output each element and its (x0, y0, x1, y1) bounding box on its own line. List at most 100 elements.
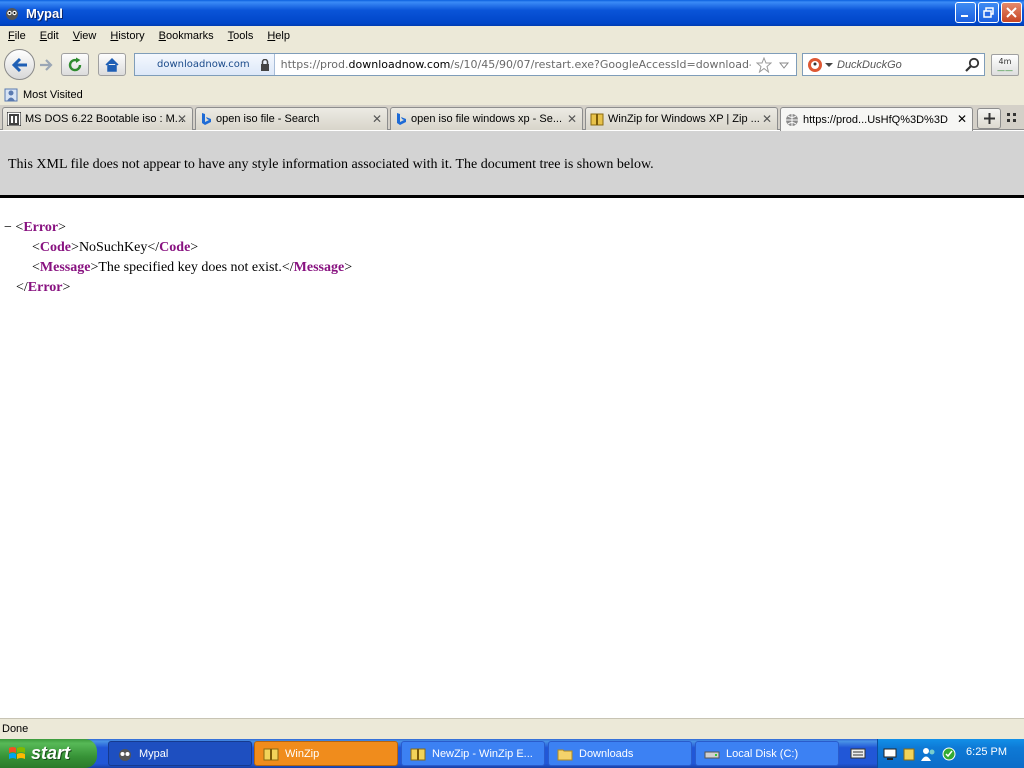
task-newzip[interactable]: NewZip - WinZip E... (401, 741, 545, 766)
menu-bookmarks[interactable]: Bookmarks (153, 30, 220, 42)
restore-button[interactable] (978, 2, 999, 23)
close-icon (1006, 7, 1017, 18)
new-tab-button[interactable] (977, 108, 1001, 129)
winzip-icon (410, 748, 426, 760)
back-button[interactable] (4, 49, 35, 80)
task-local-disk[interactable]: Local Disk (C:) (695, 741, 839, 766)
tab-label: WinZip for Windows XP | Zip ... (608, 113, 760, 125)
menu-tools[interactable]: Tools (222, 30, 260, 42)
tab-current-download[interactable]: https://prod...UsHfQ%3D%3D ✕ (780, 107, 973, 131)
users-tray-icon[interactable] (921, 747, 937, 761)
winzip-icon (590, 113, 604, 126)
tab-winzip[interactable]: WinZip for Windows XP | Zip ... ✕ (585, 107, 778, 130)
address-bar[interactable]: downloadnow.com https://prod.downloadnow… (134, 53, 797, 76)
menu-file[interactable]: File (2, 30, 32, 42)
xml-tag-message: Message (39, 260, 91, 275)
engine-dropdown-icon[interactable] (825, 61, 833, 69)
xml-tag-message-close: Message (293, 260, 345, 275)
forward-button[interactable] (36, 55, 56, 75)
tab-open-iso-search[interactable]: open iso file - Search ✕ (195, 107, 388, 130)
window-title: Mypal (26, 5, 63, 21)
close-button[interactable] (1001, 2, 1022, 23)
minimize-button[interactable] (955, 2, 976, 23)
lock-icon (260, 58, 269, 71)
xml-error-open: − <Error> (4, 220, 66, 235)
xml-code-element: <Code>NoSuchKey</Code> (32, 240, 199, 255)
start-label: start (31, 743, 71, 763)
tab-label: open iso file windows xp - Se... (411, 113, 563, 125)
site-identity-button[interactable]: downloadnow.com (135, 54, 275, 75)
xml-tag-error-close: Error (27, 280, 63, 295)
navigation-toolbar: downloadnow.com https://prod.downloadnow… (0, 46, 1024, 84)
tab-close-icon[interactable]: ✕ (567, 112, 577, 126)
restore-icon (983, 7, 994, 18)
addon-bar: —— (997, 66, 1013, 75)
folder-tray-icon[interactable] (902, 747, 916, 761)
bing-icon (202, 113, 211, 125)
xml-tag-code: Code (39, 240, 72, 255)
bookmark-most-visited[interactable]: Most Visited (23, 89, 83, 101)
menu-view[interactable]: View (67, 30, 103, 42)
tab-label: https://prod...UsHfQ%3D%3D (803, 113, 948, 126)
keyboard-language-icon[interactable] (850, 746, 866, 760)
list-all-tabs-icon[interactable] (1006, 112, 1018, 124)
task-label: Downloads (579, 747, 634, 760)
home-button[interactable] (98, 53, 126, 76)
xml-code-value: NoSuchKey (78, 240, 148, 255)
display-tray-icon[interactable] (883, 747, 897, 761)
home-icon (105, 57, 119, 72)
tab-ms-dos[interactable]: MS DOS 6.22 Bootable iso : M... ✕ (2, 107, 193, 130)
task-mypal[interactable]: Mypal (108, 741, 252, 766)
tab-label: MS DOS 6.22 Bootable iso : M... (25, 113, 184, 125)
xml-message-element: <Message>The specified key does not exis… (32, 260, 353, 275)
task-label: NewZip - WinZip E... (432, 747, 533, 760)
forward-arrow-icon (40, 59, 53, 71)
bookmark-star-icon[interactable] (756, 57, 772, 73)
task-winzip[interactable]: WinZip (254, 741, 398, 766)
plus-icon (983, 113, 995, 124)
bing-icon (397, 113, 406, 125)
globe-icon (786, 113, 798, 126)
menu-bar: File Edit View History Bookmarks Tools H… (0, 26, 1024, 46)
tab-close-icon[interactable]: ✕ (957, 112, 967, 126)
xml-message-value: The specified key does not exist. (98, 260, 282, 275)
duckduckgo-engine-icon[interactable] (807, 57, 823, 73)
addon-label: 4m (998, 57, 1012, 66)
url-dropdown-icon[interactable] (778, 57, 790, 73)
task-downloads[interactable]: Downloads (548, 741, 692, 766)
task-label: WinZip (285, 747, 320, 760)
tab-strip: MS DOS 6.22 Bootable iso : M... ✕ open i… (0, 105, 1024, 131)
menu-edit[interactable]: Edit (34, 30, 65, 42)
archive-icon (7, 112, 21, 126)
menu-history[interactable]: History (104, 30, 150, 42)
reload-icon (68, 57, 82, 71)
xml-tag-error: Error (23, 220, 59, 235)
search-input[interactable] (837, 58, 967, 71)
mypal-app-icon (6, 8, 18, 20)
tab-close-icon[interactable]: ✕ (762, 112, 772, 126)
folder-icon (557, 749, 573, 760)
search-icon[interactable] (965, 57, 980, 72)
menu-help[interactable]: Help (261, 30, 296, 42)
tab-open-iso-windows-xp[interactable]: open iso file windows xp - Se... ✕ (390, 107, 583, 130)
back-arrow-icon (11, 57, 27, 72)
task-label: Local Disk (C:) (726, 747, 799, 760)
collapse-toggle[interactable]: − (4, 220, 12, 235)
reload-button[interactable] (61, 53, 89, 76)
start-button[interactable]: start (0, 739, 97, 768)
task-label: Mypal (139, 747, 169, 760)
winzip-icon (263, 748, 279, 760)
status-bar: Done (0, 718, 1024, 739)
network-tray-icon[interactable] (942, 747, 956, 761)
mypal-icon (119, 748, 131, 761)
xml-tag-code-close: Code (159, 240, 191, 255)
url-text[interactable]: https://prod.downloadnow.com/s/10/45/90/… (281, 58, 751, 71)
tab-close-icon[interactable]: ✕ (177, 112, 187, 126)
identity-domain: downloadnow.com (157, 59, 250, 70)
clock[interactable]: 6:25 PM (966, 746, 1007, 758)
xml-notice-text: This XML file does not appear to have an… (8, 157, 654, 172)
search-bar[interactable] (802, 53, 985, 76)
addon-button[interactable]: 4m —— (991, 54, 1019, 76)
window-titlebar[interactable]: Mypal (0, 0, 1024, 26)
tab-close-icon[interactable]: ✕ (372, 112, 382, 126)
